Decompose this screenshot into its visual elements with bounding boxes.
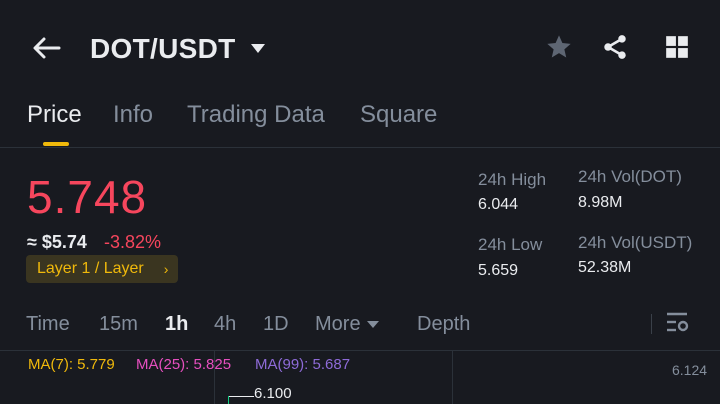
interval-1d[interactable]: 1D — [263, 313, 289, 336]
back-button[interactable] — [26, 30, 66, 70]
category-tag[interactable]: Layer 1 / Layer › — [26, 255, 179, 283]
depth-tab[interactable]: Depth — [417, 313, 470, 336]
favorite-button[interactable] — [542, 32, 576, 66]
low-label: 24h Low — [478, 235, 543, 254]
vol-quote-label: 24h Vol(USDT) — [578, 233, 693, 252]
star-icon — [545, 33, 573, 66]
vol-base-label: 24h Vol(DOT) — [578, 167, 682, 186]
tab-square[interactable]: Square — [360, 101, 437, 129]
interval-more-label: More — [315, 313, 361, 335]
chart-gridline — [452, 351, 453, 404]
chart-settings-icon — [665, 311, 689, 338]
interval-time[interactable]: Time — [26, 313, 70, 336]
chart-settings-button[interactable] — [663, 311, 691, 337]
price-axis-tick: 6.124 — [672, 362, 708, 378]
share-icon — [601, 33, 629, 66]
fiat-price: ≈ $5.74 — [27, 232, 87, 252]
high-value: 6.044 — [478, 196, 519, 213]
share-button[interactable] — [598, 32, 632, 66]
candle-wick — [228, 396, 229, 404]
caret-down-icon — [366, 320, 379, 329]
ma7-indicator: MA(7): 5.779 — [28, 356, 115, 373]
tab-info[interactable]: Info — [113, 101, 153, 129]
chart-top-divider — [0, 350, 720, 351]
layout-button[interactable] — [660, 32, 694, 66]
caret-down-icon — [250, 43, 266, 55]
toolbar-separator — [651, 314, 652, 334]
vol-base-value: 8.98M — [578, 194, 623, 211]
category-tag-label: Layer 1 / Layer — [37, 260, 144, 277]
high-label: 24h High — [478, 170, 547, 189]
pair-selector[interactable]: DOT/USDT — [90, 33, 266, 65]
low-value: 5.659 — [478, 262, 519, 279]
interval-4h[interactable]: 4h — [214, 313, 236, 336]
last-price: 5.748 — [27, 171, 148, 223]
vol-quote-value: 52.38M — [578, 259, 632, 276]
ma99-indicator: MA(99): 5.687 — [255, 356, 351, 373]
interval-more[interactable]: More — [315, 313, 379, 336]
chevron-right-icon: › — [163, 261, 169, 277]
ma25-indicator: MA(25): 5.825 — [136, 356, 232, 373]
back-arrow-icon — [31, 36, 61, 65]
price-marker-label: 6.100 — [254, 385, 292, 402]
active-tab-indicator — [43, 142, 69, 146]
interval-15m[interactable]: 15m — [99, 313, 138, 336]
price-marker-line — [228, 396, 254, 397]
price-change: -3.82% — [104, 232, 162, 252]
tab-trading-data[interactable]: Trading Data — [187, 101, 325, 129]
interval-1h[interactable]: 1h — [165, 313, 188, 336]
grid-icon — [664, 34, 690, 65]
tab-price[interactable]: Price — [27, 101, 82, 129]
pair-title: DOT/USDT — [90, 33, 236, 64]
tabs-divider — [0, 147, 720, 148]
